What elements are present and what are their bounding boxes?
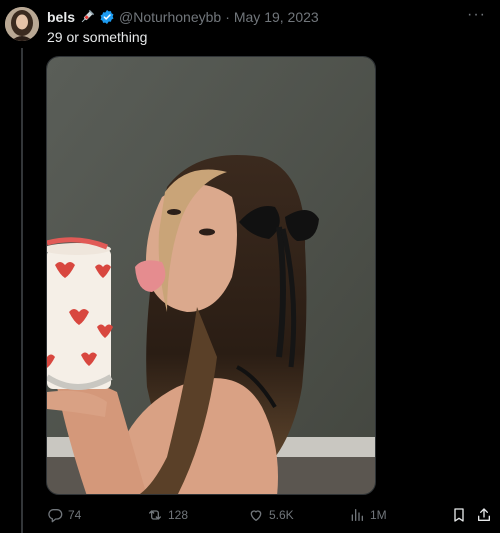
share-icon: [478, 508, 490, 521]
author-name[interactable]: bels: [47, 9, 75, 25]
separator-dot: ·: [225, 9, 230, 25]
like-icon: [250, 510, 262, 521]
views-icon: [351, 509, 363, 521]
more-icon[interactable]: ···: [467, 6, 486, 24]
share-button[interactable]: [476, 507, 497, 523]
thread-line: [21, 48, 23, 533]
retweet-icon: [149, 510, 161, 520]
like-button[interactable]: 5.6K: [248, 507, 294, 523]
bookmark-button[interactable]: [451, 507, 472, 523]
reply-count: 74: [68, 508, 82, 522]
reply-button[interactable]: 74: [47, 507, 81, 523]
author-handle[interactable]: @Noturhoneybb: [119, 9, 221, 25]
views-button[interactable]: 1M: [349, 507, 387, 523]
view-count: 1M: [370, 508, 387, 522]
bookmark-icon: [454, 508, 464, 522]
tweet-text: 29 or something: [47, 29, 148, 45]
reply-icon: [48, 509, 63, 523]
tweet-header: bels @Noturhoneybb · May 19, 2023: [47, 9, 319, 25]
tweet-date[interactable]: May 19, 2023: [234, 9, 319, 25]
verified-badge-icon[interactable]: [99, 9, 115, 25]
retweet-button[interactable]: 128: [147, 507, 188, 523]
syringe-icon: [79, 9, 95, 25]
action-bar: 74 128 5.6K 1M: [0, 507, 500, 527]
tweet-photo[interactable]: [46, 56, 376, 495]
avatar[interactable]: [5, 7, 39, 41]
retweet-count: 128: [168, 508, 189, 522]
like-count: 5.6K: [269, 508, 294, 522]
